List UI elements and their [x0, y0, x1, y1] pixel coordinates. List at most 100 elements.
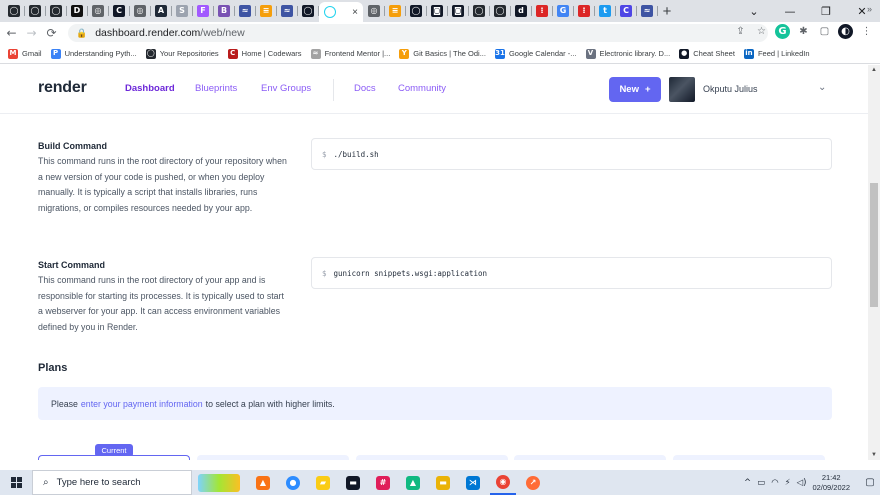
restore-button[interactable]: ❐: [808, 0, 844, 22]
browser-tab[interactable]: D: [67, 2, 88, 20]
build-command-input[interactable]: $ ./build.sh: [311, 138, 832, 170]
browser-tab[interactable]: B: [214, 2, 235, 20]
browser-tab[interactable]: ≈: [637, 2, 658, 20]
browser-tab[interactable]: ◯: [406, 2, 427, 20]
minimize-button[interactable]: —: [772, 0, 808, 22]
bookmark-item[interactable]: ● Cheat Sheet: [679, 48, 735, 59]
tray-overflow-icon[interactable]: ^: [744, 478, 751, 488]
profile-avatar-icon[interactable]: ◐: [838, 24, 853, 39]
scrollbar-thumb[interactable]: [870, 183, 878, 307]
taskbar-app[interactable]: #: [370, 470, 396, 495]
taskbar-app[interactable]: ⋊: [460, 470, 486, 495]
taskbar-app[interactable]: ▰: [310, 470, 336, 495]
bookmark-star-icon[interactable]: ☆: [754, 24, 769, 39]
nav-env-groups[interactable]: Env Groups: [261, 83, 311, 94]
browser-tab[interactable]: C: [109, 2, 130, 20]
browser-tab[interactable]: C: [616, 2, 637, 20]
nav-community[interactable]: Community: [398, 83, 446, 94]
nav-docs[interactable]: Docs: [354, 83, 376, 94]
bookmark-item[interactable]: 31 Google Calendar -...: [494, 48, 577, 59]
page-scrollbar[interactable]: ▲ ▼: [868, 65, 880, 460]
browser-tab[interactable]: ◯: [4, 2, 25, 20]
payment-info-link[interactable]: enter your payment information: [81, 399, 203, 409]
grammarly-icon[interactable]: G: [775, 24, 790, 39]
plan-card[interactable]: [356, 455, 508, 460]
browser-tab[interactable]: t: [595, 2, 616, 20]
taskbar-app[interactable]: ●: [280, 470, 306, 495]
browser-tab[interactable]: ≈: [277, 2, 298, 20]
start-button[interactable]: [0, 470, 32, 495]
bookmark-item[interactable]: Y Git Basics | The Odi...: [399, 48, 486, 59]
render-logo[interactable]: render: [38, 79, 87, 97]
browser-tab[interactable]: ◯: [298, 2, 319, 20]
browser-tab[interactable]: ◎: [88, 2, 109, 20]
taskbar-app[interactable]: ▬: [340, 470, 366, 495]
back-icon[interactable]: ←: [3, 25, 20, 42]
address-bar[interactable]: 🔒 dashboard.render.com/web/new: [68, 24, 768, 42]
extensions-icon[interactable]: ✱: [796, 24, 811, 39]
taskbar-app[interactable]: ▲: [250, 470, 276, 495]
battery-icon[interactable]: ▭: [757, 478, 765, 488]
close-window-button[interactable]: ✕: [844, 0, 880, 22]
bookmark-item[interactable]: ≈ Frontend Mentor |...: [310, 48, 390, 59]
close-tab-icon[interactable]: ×: [352, 7, 358, 18]
taskbar-app[interactable]: ◉: [490, 470, 516, 495]
weather-widget[interactable]: [198, 473, 240, 492]
chevron-down-icon[interactable]: ⌄: [818, 82, 826, 93]
system-clock[interactable]: 21:42 02/09/2022: [812, 473, 850, 493]
browser-tab[interactable]: d: [511, 2, 532, 20]
browser-tab[interactable]: ≡: [385, 2, 406, 20]
browser-tab[interactable]: ⁝: [574, 2, 595, 20]
forward-icon[interactable]: →: [23, 25, 40, 42]
scroll-up-icon[interactable]: ▲: [871, 67, 877, 73]
taskbar-app[interactable]: ▲: [400, 470, 426, 495]
browser-tab[interactable]: ◯: [46, 2, 67, 20]
wifi-icon[interactable]: ◠: [771, 478, 778, 488]
bookmark-item[interactable]: in Feed | LinkedIn: [743, 48, 810, 59]
browser-tab[interactable]: ◯: [469, 2, 490, 20]
taskbar-search[interactable]: ⌕ Type here to search: [32, 470, 192, 495]
bookmark-item[interactable]: P Understanding Pyth...: [50, 48, 137, 59]
new-button[interactable]: New +: [609, 77, 661, 102]
browser-tab[interactable]: ◎: [364, 2, 385, 20]
browser-tab[interactable]: ◯: [25, 2, 46, 20]
user-name[interactable]: Okputu Julius: [703, 84, 758, 94]
notifications-icon[interactable]: ▢: [860, 470, 880, 495]
plan-card[interactable]: [673, 455, 825, 460]
browser-tab[interactable]: ⁝: [532, 2, 553, 20]
bookmark-item[interactable]: M Gmail: [8, 48, 42, 59]
plan-card[interactable]: [514, 455, 666, 460]
user-avatar[interactable]: [669, 77, 695, 102]
browser-tab[interactable]: ◎: [130, 2, 151, 20]
taskbar-app[interactable]: ↗: [520, 470, 546, 495]
browser-tab[interactable]: F: [193, 2, 214, 20]
browser-tab[interactable]: ◯: [490, 2, 511, 20]
reload-icon[interactable]: ⟳: [43, 25, 60, 42]
browser-tab[interactable]: ≈: [235, 2, 256, 20]
taskbar-app[interactable]: ▬: [430, 470, 456, 495]
share-icon[interactable]: ⇪: [733, 24, 748, 39]
power-icon[interactable]: ⚡: [785, 478, 791, 488]
bookmark-item[interactable]: V Electronic library. D...: [585, 48, 670, 59]
plan-card-current[interactable]: [38, 455, 190, 460]
volume-icon[interactable]: ◁): [797, 478, 807, 488]
url-text[interactable]: dashboard.render.com/web/new: [95, 27, 244, 39]
start-command-input[interactable]: $ gunicorn snippets.wsgi:application: [311, 257, 832, 289]
nav-blueprints[interactable]: Blueprints: [195, 83, 237, 94]
browser-tab[interactable]: ≡: [256, 2, 277, 20]
browser-tab[interactable]: A: [151, 2, 172, 20]
lock-icon[interactable]: 🔒: [76, 28, 87, 39]
browser-tab[interactable]: G: [553, 2, 574, 20]
browser-tab[interactable]: ◙: [448, 2, 469, 20]
menu-kebab-icon[interactable]: ⋮: [859, 24, 874, 39]
scroll-down-icon[interactable]: ▼: [871, 452, 877, 458]
nav-dashboard[interactable]: Dashboard: [125, 83, 175, 94]
side-panel-icon[interactable]: ▢: [817, 24, 832, 39]
bookmark-item[interactable]: C Home | Codewars: [227, 48, 302, 59]
tab-search-icon[interactable]: ⌄: [736, 0, 772, 22]
browser-tab[interactable]: S: [172, 2, 193, 20]
new-tab-button[interactable]: +: [658, 2, 676, 20]
bookmarks-overflow-icon[interactable]: »: [867, 4, 872, 14]
browser-tab[interactable]: ◙: [427, 2, 448, 20]
browser-tab-active[interactable]: ×: [319, 2, 363, 22]
